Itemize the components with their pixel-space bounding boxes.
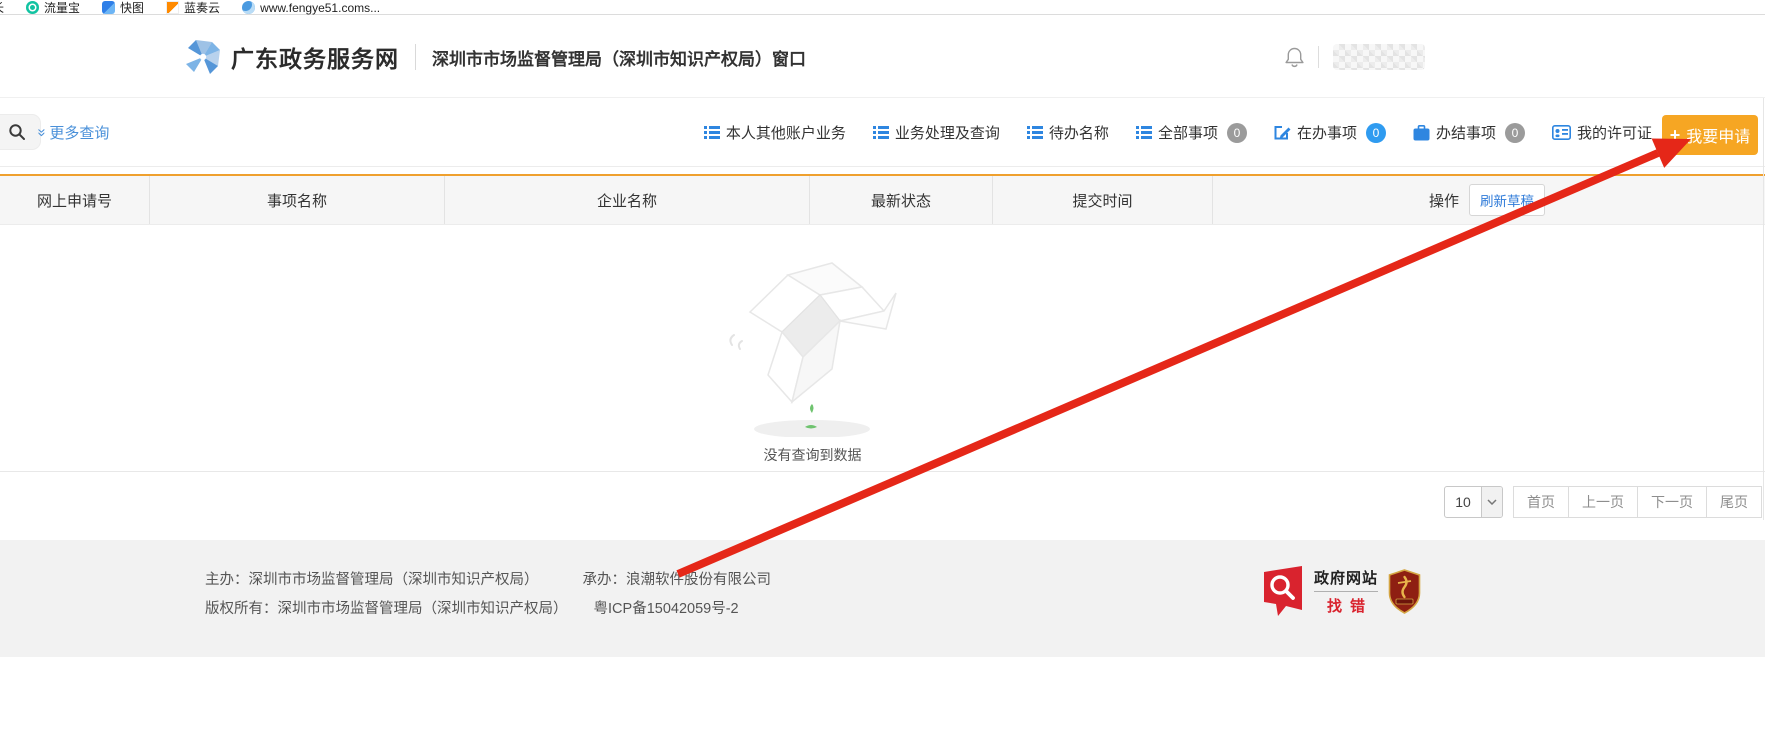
column-header-matter-name: 事项名称 [150,176,445,224]
nav-item-todo-name[interactable]: 待办名称 [1027,122,1109,143]
search-icon [8,123,26,141]
idcard-icon [1552,125,1571,140]
header-right [1285,16,1425,98]
error-report-text[interactable]: 政府网站 找错 [1314,567,1378,616]
red-flag-magnifier-icon[interactable] [1262,566,1304,616]
count-badge: 0 [1505,123,1525,143]
empty-open-box-illustration [720,237,905,437]
list-icon [704,125,720,140]
nav-item-business-query[interactable]: 业务处理及查询 [873,122,1000,143]
footer: 主办：深圳市市场监督管理局（深圳市知识产权局） 承办：浪潮软件股份有限公司 版权… [0,540,1765,657]
nav-item-completed[interactable]: 办结事项 0 [1413,122,1525,143]
brand-wrap: 广东政务服务网 深圳市市场监督管理局（深圳市知识产权局）窗口 [185,16,806,98]
footer-line-1: 主办：深圳市市场监督管理局（深圳市知识产权局） 承办：浪潮软件股份有限公司 [205,568,771,589]
bookmarks-row: 长 流量宝 快图 蓝奏云 www.fengye51.coms... [0,0,380,15]
header-divider [1318,46,1319,68]
actions-label: 操作 [1429,190,1459,211]
nav-item-all-matters[interactable]: 全部事项 0 [1136,122,1247,143]
page-size-value: 10 [1445,487,1481,517]
first-page-button[interactable]: 首页 [1513,486,1569,518]
pagination: 10 首页 上一页 下一页 尾页 [1444,486,1762,518]
nav-item-other-account[interactable]: 本人其他账户业务 [704,122,846,143]
nav-item-label: 在办事项 [1297,122,1357,143]
teal-dot-icon [26,1,39,14]
column-header-actions: 操作 刷新草稿 [1213,176,1765,224]
list-icon [1136,125,1152,140]
pagination-buttons: 首页 上一页 下一页 尾页 [1513,486,1762,518]
table-body-empty: 没有查询到数据 [0,225,1765,472]
footer-icp: 粤ICP备15042059号-2 [594,601,739,617]
nav-item-label: 业务处理及查询 [895,122,1000,143]
divider [1314,591,1378,592]
page-title: 深圳市市场监督管理局（深圳市知识产权局）窗口 [432,45,806,70]
bookmark-label: 快图 [120,0,144,16]
bookmarks-bar: 长 流量宝 快图 蓝奏云 www.fengye51.coms... [0,0,1765,15]
nav-item-label: 我的许可证 [1577,122,1652,143]
prev-page-button[interactable]: 上一页 [1568,486,1638,518]
briefcase-icon [1413,125,1430,141]
blue-photo-icon [102,1,115,14]
site-header: 广东政务服务网 深圳市市场监督管理局（深圳市知识产权局）窗口 [0,16,1765,98]
error-report-line1: 政府网站 [1314,567,1378,588]
brand-name[interactable]: 广东政务服务网 [231,40,399,74]
empty-text: 没有查询到数据 [700,445,925,465]
browser-window: 长 流量宝 快图 蓝奏云 www.fengye51.coms... [0,0,1765,744]
plus-icon: + [1670,126,1681,144]
bookmark-fengye51[interactable]: www.fengye51.coms... [242,1,380,15]
nav-item-label: 待办名称 [1049,122,1109,143]
bookmark-label: 蓝奏云 [184,0,220,16]
applications-table: 网上申请号 事项名称 企业名称 最新状态 提交时间 操作 刷新草稿 [0,174,1765,472]
footer-line-2: 版权所有：深圳市市场监督管理局（深圳市知识产权局） 粤ICP备15042059号… [205,597,739,618]
apply-button-label: 我要申请 [1686,123,1750,147]
column-header-application-no: 网上申请号 [0,176,150,224]
chevron-down-icon [1481,487,1502,517]
more-query-link[interactable]: » 更多查询 [38,98,109,167]
apply-button[interactable]: + 我要申请 [1662,115,1758,155]
bookmark-liuliangbao[interactable]: 流量宝 [26,0,80,16]
toolbar: » 更多查询 本人其他账户业务 业务处理及查询 [0,98,1765,167]
error-report-line2: 找错 [1319,595,1373,616]
list-icon [873,125,889,140]
table-header-row: 网上申请号 事项名称 企业名称 最新状态 提交时间 操作 刷新草稿 [0,174,1765,225]
footer-organizer: 承办：浪潮软件股份有限公司 [583,572,772,588]
next-page-button[interactable]: 下一页 [1637,486,1707,518]
footer-badges: 政府网站 找错 [1262,566,1421,616]
list-icon [1027,125,1043,140]
nav-item-label: 全部事项 [1158,122,1218,143]
header-divider [415,44,416,70]
empty-state: 没有查询到数据 [700,237,925,465]
nav-item-my-license[interactable]: 我的许可证 [1552,122,1652,143]
bookmark-kuaitu[interactable]: 快图 [102,0,144,16]
last-page-button[interactable]: 尾页 [1706,486,1762,518]
government-shield-emblem-icon[interactable] [1388,569,1421,614]
footer-host: 主办：深圳市市场监督管理局（深圳市知识产权局） [205,572,539,588]
count-badge: 0 [1366,123,1386,143]
column-header-submit-time: 提交时间 [993,176,1213,224]
bookmark-label: www.fengye51.coms... [260,1,380,15]
user-account-blurred[interactable] [1333,44,1425,70]
count-badge: 0 [1227,123,1247,143]
edit-icon [1274,125,1291,141]
bookmark-partial[interactable]: 长 [0,0,4,16]
bookmark-label: 流量宝 [44,0,80,16]
page-size-select[interactable]: 10 [1444,486,1503,518]
orange-flag-icon [166,1,179,14]
refresh-draft-button[interactable]: 刷新草稿 [1469,184,1545,216]
nav-item-label: 本人其他账户业务 [726,122,846,143]
nav-item-in-progress[interactable]: 在办事项 0 [1274,122,1386,143]
nav-items: 本人其他账户业务 业务处理及查询 待办名称 [704,98,1652,167]
chevron-double-down-icon: » [35,128,50,136]
bookmark-lanzouyun[interactable]: 蓝奏云 [166,0,220,16]
column-header-latest-status: 最新状态 [810,176,993,224]
notification-bell-icon[interactable] [1285,46,1304,68]
nav-item-label: 办结事项 [1436,122,1496,143]
content-right-edge [1763,98,1764,520]
blue-globe-icon [242,1,255,14]
pinwheel-logo-icon [185,39,221,75]
footer-copyright: 版权所有：深圳市市场监督管理局（深圳市知识产权局） [205,601,568,617]
column-header-company-name: 企业名称 [445,176,810,224]
more-query-label: 更多查询 [49,122,109,143]
